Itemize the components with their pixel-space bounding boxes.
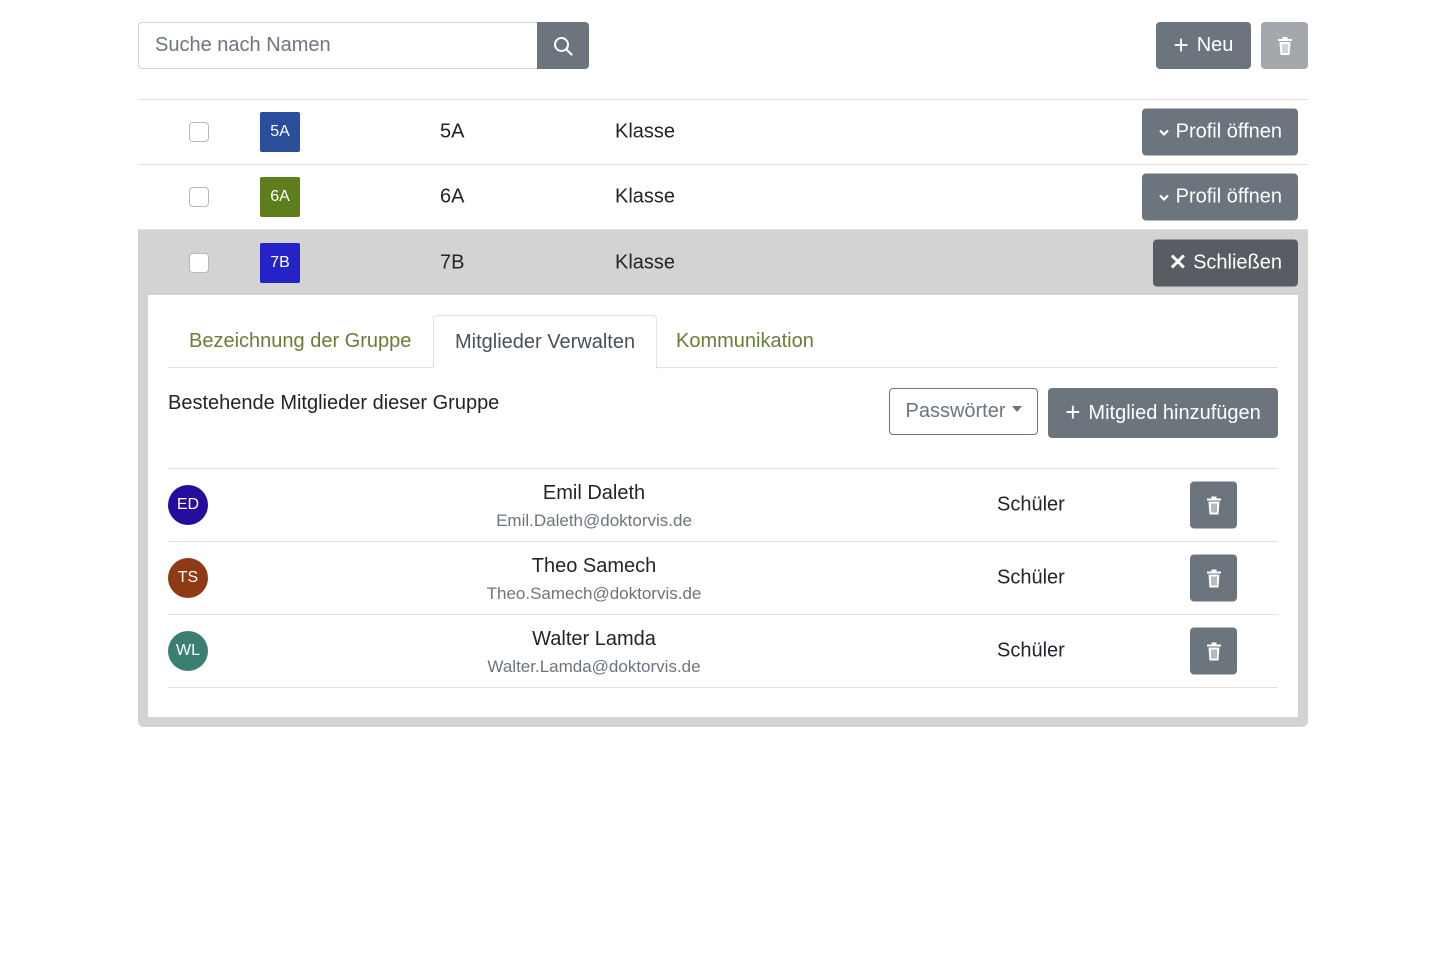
- member-name-text: Emil Daleth: [542, 482, 646, 504]
- close-profile-label: Schließen: [1193, 251, 1282, 273]
- avatar: WL: [168, 631, 208, 671]
- toolbar: + Neu: [138, 22, 1308, 69]
- group-row: 6A 6A Klasse Profil öffnen: [138, 165, 1308, 230]
- passwords-dropdown[interactable]: Passwörter: [889, 388, 1038, 435]
- trash-icon: [1277, 36, 1292, 55]
- member-row: ED Emil Daleth Emil.Daleth@doktorvis.de …: [168, 469, 1278, 542]
- member-name-text: Theo Samech: [531, 555, 657, 577]
- avatar: TS: [168, 558, 208, 598]
- group-type: Klasse: [615, 120, 676, 143]
- remove-member-button[interactable]: [1190, 554, 1237, 602]
- member-email-text: Walter.Lamda@doktorvis.de: [487, 657, 701, 676]
- plus-icon: +: [1065, 397, 1081, 427]
- group-row-expanded: 7B 7B Klasse ✕ Schließen: [138, 230, 1308, 295]
- chevron-down-icon: [1158, 129, 1169, 136]
- member-list: ED Emil Daleth Emil.Daleth@doktorvis.de …: [168, 468, 1278, 688]
- group-badge: 6A: [260, 177, 300, 217]
- add-member-label: Mitglied hinzufügen: [1088, 401, 1261, 424]
- group-detail-panel: Bezeichnung der Gruppe Mitglieder Verwal…: [148, 295, 1298, 717]
- open-profile-button[interactable]: Profil öffnen: [1141, 108, 1298, 156]
- chevron-down-icon: [1158, 194, 1169, 201]
- member-row: TS Theo Samech Theo.Samech@doktorvis.de …: [168, 542, 1278, 615]
- search-icon: [554, 36, 573, 56]
- group-name: 7B: [440, 251, 465, 273]
- open-profile-label: Profil öffnen: [1175, 185, 1282, 208]
- group-name: 5A: [440, 120, 465, 143]
- new-group-button[interactable]: + Neu: [1156, 22, 1251, 69]
- row-checkbox[interactable]: [189, 252, 209, 273]
- tab-communication[interactable]: Kommunikation: [655, 315, 835, 368]
- group-type: Klasse: [615, 251, 676, 273]
- caret-down-icon: [1011, 405, 1022, 412]
- member-role: Schüler: [997, 566, 1065, 589]
- new-button-label: Neu: [1196, 34, 1234, 56]
- member-email-text: Emil.Daleth@doktorvis.de: [496, 511, 692, 530]
- avatar: ED: [168, 485, 208, 525]
- close-profile-button[interactable]: ✕ Schließen: [1152, 239, 1298, 286]
- search-button[interactable]: [537, 22, 589, 69]
- member-row: WL Walter Lamda Walter.Lamda@doktorvis.d…: [168, 615, 1278, 688]
- remove-member-button[interactable]: [1190, 627, 1237, 675]
- remove-member-button[interactable]: [1190, 481, 1237, 529]
- tab-manage-members[interactable]: Mitglieder Verwalten: [433, 315, 658, 369]
- member-email-text: Theo.Samech@doktorvis.de: [486, 584, 702, 603]
- group-type: Klasse: [615, 185, 676, 208]
- row-checkbox[interactable]: [189, 187, 209, 207]
- group-badge: 5A: [260, 112, 300, 152]
- passwords-label: Passwörter: [905, 400, 1006, 422]
- group-list: 5A 5A Klasse Profil öffnen 6A 6A Klasse …: [138, 99, 1308, 727]
- trash-icon: [1206, 496, 1221, 514]
- delete-selected-button[interactable]: [1261, 22, 1308, 69]
- trash-icon: [1206, 642, 1221, 660]
- group-badge: 7B: [260, 242, 300, 283]
- open-profile-label: Profil öffnen: [1175, 120, 1282, 143]
- member-role: Schüler: [997, 493, 1065, 516]
- member-role: Schüler: [997, 639, 1065, 662]
- search-input[interactable]: [138, 22, 538, 69]
- plus-icon: +: [1173, 29, 1189, 60]
- group-row: 5A 5A Klasse Profil öffnen: [138, 100, 1308, 165]
- detail-tabs: Bezeichnung der Gruppe Mitglieder Verwal…: [168, 315, 1278, 369]
- members-heading: Bestehende Mitglieder dieser Gruppe: [168, 392, 500, 414]
- group-detail-frame: Bezeichnung der Gruppe Mitglieder Verwal…: [138, 295, 1308, 727]
- member-name-text: Walter Lamda: [532, 628, 656, 650]
- row-checkbox[interactable]: [189, 122, 209, 142]
- tab-group-name[interactable]: Bezeichnung der Gruppe: [168, 315, 432, 368]
- open-profile-button[interactable]: Profil öffnen: [1141, 173, 1298, 221]
- trash-icon: [1206, 569, 1221, 587]
- close-icon: ✕: [1168, 249, 1188, 275]
- group-name: 6A: [440, 185, 465, 208]
- add-member-button[interactable]: + Mitglied hinzufügen: [1048, 388, 1278, 438]
